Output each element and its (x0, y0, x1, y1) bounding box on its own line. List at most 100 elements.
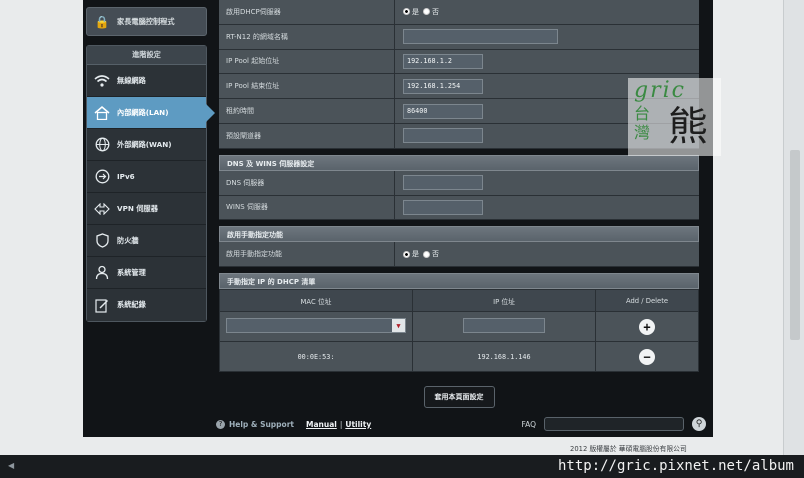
domain-name-row: RT-N12 的網域名稱 (219, 24, 699, 50)
footer-separator: | (339, 419, 343, 429)
manual-yes-radio[interactable] (403, 250, 410, 258)
home-icon (93, 104, 111, 122)
wins-server-input[interactable] (403, 199, 483, 215)
sidebar-item-label: 系統紀錄 (117, 300, 146, 309)
vpn-icon (93, 200, 111, 218)
dns-server-row: DNS 伺服器 (219, 170, 699, 196)
sidebar-item-ipv6[interactable]: IPv6 (87, 161, 206, 193)
help-icon: ? (216, 419, 225, 429)
sidebar-item-label: 外部網路(WAN) (117, 139, 172, 149)
manual-assign-radio-group: 是 否 (403, 249, 439, 259)
domain-name-input[interactable] (403, 29, 558, 45)
scrollbar-thumb[interactable] (790, 150, 800, 340)
sidebar-item-lan[interactable]: 內部網路(LAN) (87, 97, 215, 129)
manual-link[interactable]: Manual (306, 420, 337, 429)
sidebar-item-label: 家長電腦控制程式 (117, 16, 175, 26)
radio-label-yes: 是 (412, 250, 419, 259)
dhcp-no-radio[interactable] (423, 8, 430, 16)
dhcp-enable-radio-group: 是 否 (403, 7, 439, 17)
manual-no-radio[interactable] (423, 250, 430, 258)
dhcp-static-list-table: MAC 位址 IP 位址 Add / Delete ▼ + 00:0E:53: … (219, 289, 699, 373)
watermark-bear: 熊 (668, 104, 708, 150)
wins-server-row: WINS 伺服器 (219, 195, 699, 221)
lock-icon: 🔒 (94, 14, 110, 29)
pool-end-input[interactable]: 192.168.1.254 (403, 78, 483, 94)
faq-label: FAQ (521, 419, 536, 429)
table-row: 00:0E:53: 192.168.1.146 − (219, 341, 699, 373)
footer: ? Help & Support Manual | Utility FAQ ⚲ (216, 414, 706, 434)
sidebar-item-syslog[interactable]: 系統紀錄 (87, 289, 206, 321)
sidebar-item-firewall[interactable]: 防火牆 (87, 225, 206, 257)
sidebar-item-label: 內部網路(LAN) (117, 107, 169, 117)
dhcp-yes-radio[interactable] (403, 8, 410, 16)
sidebar-item-wireless[interactable]: 無線網路 (87, 65, 206, 97)
dns-server-input[interactable] (403, 175, 483, 191)
sidebar-item-vpn[interactable]: VPN 伺服器 (87, 193, 206, 225)
dns-server-label: DNS 伺服器 (219, 170, 395, 195)
delete-entry-button[interactable]: − (639, 348, 655, 365)
pool-end-row: IP Pool 結束位址 192.168.1.254 (219, 74, 699, 100)
sidebar: 🔒 家長電腦控制程式 進階設定 無線網路 內部網路(LAN) 外部網路(WAN) (86, 0, 215, 322)
watermark-taiwan: 台灣 (634, 104, 651, 142)
chevron-left-icon[interactable]: ◀ (8, 461, 14, 470)
default-gateway-label: 預設閘道器 (219, 123, 395, 148)
sidebar-item-label: 系統管理 (117, 267, 146, 277)
dhcp-enable-label: 啟用DHCP伺服器 (219, 0, 395, 24)
vertical-scrollbar[interactable] (783, 0, 804, 455)
pool-end-label: IP Pool 結束位址 (219, 74, 395, 99)
column-header-mac: MAC 位址 (219, 289, 413, 313)
advanced-settings-title: 進階設定 (87, 46, 206, 65)
wins-server-label: WINS 伺服器 (219, 195, 395, 220)
globe-icon (93, 136, 111, 154)
sidebar-item-wan[interactable]: 外部網路(WAN) (87, 129, 206, 161)
admin-icon (93, 264, 111, 282)
column-header-action: Add / Delete (595, 289, 699, 313)
watermark-url: http://gric.pixnet.net/album (557, 458, 794, 474)
mac-address-select[interactable]: ▼ (226, 318, 406, 334)
lease-time-input[interactable]: 86400 (403, 103, 483, 119)
default-gateway-input[interactable] (403, 128, 483, 144)
help-support-label: Help & Support (229, 419, 294, 429)
radio-label-no: 否 (432, 7, 439, 16)
sidebar-item-label: VPN 伺服器 (117, 203, 158, 213)
shield-icon (93, 232, 111, 250)
table-row-add: ▼ + (219, 311, 699, 343)
pool-start-input[interactable]: 192.168.1.2 (403, 53, 483, 69)
lan-dhcp-content: 啟用DHCP伺服器 是 否 RT-N12 的網域名稱 IP Pool 起始位址 … (219, 0, 699, 409)
manual-assign-row: 啟用手動指定功能 是 否 (219, 242, 699, 268)
pool-start-row: IP Pool 起始位址 192.168.1.2 (219, 49, 699, 75)
gric-watermark-logo: gric 台灣 熊 (628, 78, 721, 156)
manual-assign-label: 啟用手動指定功能 (219, 242, 395, 267)
radio-label-no: 否 (432, 250, 439, 259)
pool-start-label: IP Pool 起始位址 (219, 49, 395, 74)
radio-label-yes: 是 (412, 7, 419, 16)
sidebar-item-label: 防火牆 (117, 235, 139, 245)
column-header-ip: IP 位址 (412, 289, 596, 313)
watermark-gric: gric (634, 78, 686, 103)
copyright: 2012 版權屬於 華碩電腦股份有限公司 (570, 445, 687, 453)
sidebar-item-label: IPv6 (117, 172, 135, 181)
default-gateway-row: 預設閘道器 (219, 123, 699, 149)
advanced-settings-menu: 進階設定 無線網路 內部網路(LAN) 外部網路(WAN) IPv6 VPN 伺… (86, 45, 215, 322)
chevron-down-icon[interactable]: ▼ (392, 319, 405, 333)
domain-name-label: RT-N12 的網域名稱 (219, 24, 395, 49)
faq-search-input[interactable] (544, 417, 684, 431)
dhcp-list-section-title: 手動指定 IP 的 DHCP 清單 (219, 273, 699, 290)
search-icon[interactable]: ⚲ (692, 417, 706, 431)
ip-address-input[interactable] (463, 318, 545, 334)
sidebar-item-admin[interactable]: 系統管理 (87, 257, 206, 289)
entry-ip-cell: 192.168.1.146 (412, 341, 596, 373)
horizontal-scrollbar[interactable]: ◀ http://gric.pixnet.net/album (0, 455, 804, 478)
sidebar-item-parental-control[interactable]: 🔒 家長電腦控制程式 (86, 7, 207, 36)
add-entry-button[interactable]: + (639, 318, 655, 335)
wifi-icon (93, 72, 111, 90)
dhcp-enable-row: 啟用DHCP伺服器 是 否 (219, 0, 699, 25)
entry-mac-cell: 00:0E:53: (219, 341, 413, 373)
dns-wins-section-title: DNS 及 WINS 伺服器設定 (219, 154, 699, 171)
utility-link[interactable]: Utility (345, 420, 371, 429)
manual-assign-section-title: 啟用手動指定功能 (219, 226, 699, 243)
sidebar-item-label: 無線網路 (117, 75, 146, 85)
apply-button[interactable]: 套用本頁面設定 (423, 386, 495, 409)
log-icon (93, 296, 111, 314)
lease-time-row: 租約時間 86400 (219, 99, 699, 124)
